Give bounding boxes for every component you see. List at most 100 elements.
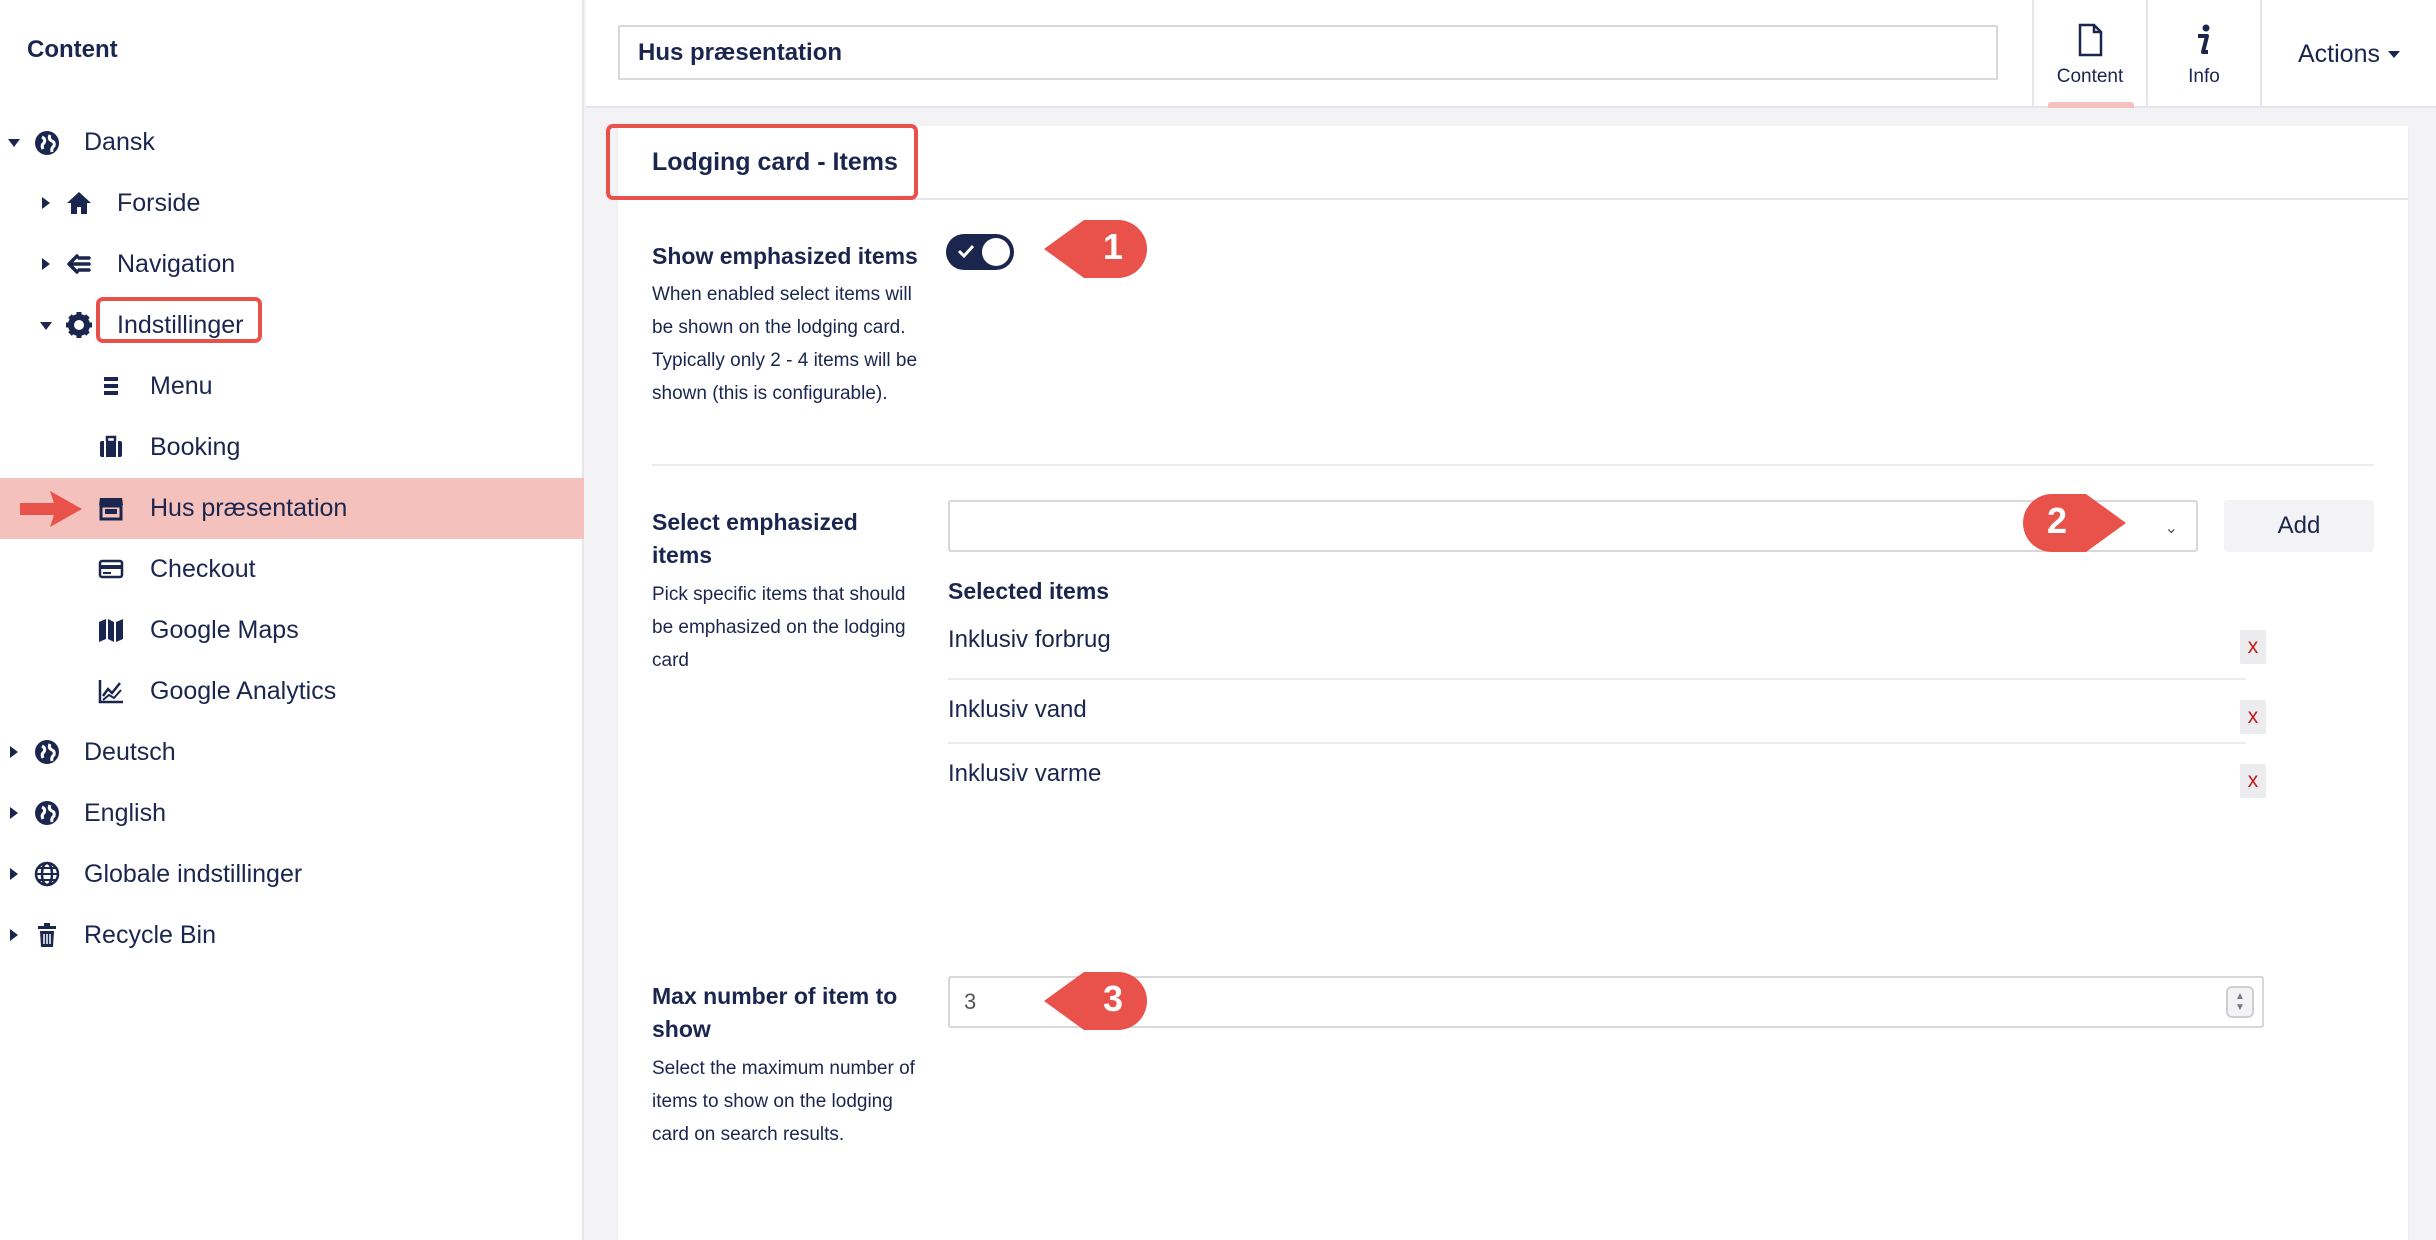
globe-icon — [32, 737, 62, 767]
tree-item-label: Hus præsentation — [150, 494, 348, 522]
tree-item-forside[interactable]: Forside — [0, 173, 584, 234]
toggle-knob — [982, 238, 1010, 266]
pointer-arrow-icon — [20, 491, 82, 527]
globe-icon — [32, 128, 62, 158]
caret-right-icon[interactable] — [42, 197, 50, 209]
selected-item: Inklusiv varme x — [948, 750, 2266, 816]
content-tree: Dansk Forside Navigation Indstillinger M… — [0, 112, 584, 966]
remove-item-button[interactable]: x — [2240, 764, 2266, 798]
sidebar-title: Content — [27, 36, 118, 63]
tab-content[interactable]: Content — [2032, 0, 2146, 108]
store-icon — [96, 493, 126, 523]
tree-item-label: Forside — [117, 189, 201, 217]
caret-right-icon[interactable] — [10, 746, 18, 758]
credit-card-icon — [96, 554, 126, 584]
caret-right-icon[interactable] — [42, 258, 50, 270]
property-label: Max number of item to show — [652, 983, 898, 1042]
callout-number: 2 — [2046, 500, 2068, 541]
property-label: Show emphasized items — [652, 243, 918, 269]
tab-label: Info — [2188, 66, 2220, 87]
property-description: When enabled select items will be shown … — [652, 284, 918, 404]
tree-item-google-analytics[interactable]: Google Analytics — [0, 661, 584, 722]
tree-item-globale-indstillinger[interactable]: Globale indstillinger — [0, 844, 584, 905]
tree-item-label: Booking — [150, 433, 241, 461]
tree-item-dansk[interactable]: Dansk — [0, 112, 584, 173]
callout-marker-1: 1 — [1042, 216, 1152, 282]
tree-item-label: Globale indstillinger — [84, 860, 303, 888]
active-tab-indicator — [2048, 102, 2134, 108]
world-icon — [32, 859, 62, 889]
tree-item-navigation[interactable]: Navigation — [0, 234, 584, 295]
caret-right-icon[interactable] — [10, 868, 18, 880]
info-icon — [2198, 24, 2210, 54]
editor-header: Content Info Actions — [586, 0, 2436, 108]
map-icon — [96, 615, 126, 645]
tree-item-label: English — [84, 799, 166, 827]
caret-right-icon[interactable] — [10, 929, 18, 941]
property-description: Select the maximum number of items to sh… — [652, 1058, 915, 1145]
selected-items-heading: Selected items — [948, 578, 1110, 604]
tab-info[interactable]: Info — [2146, 0, 2260, 108]
show-emphasized-toggle[interactable] — [946, 234, 1014, 270]
property-description: Pick specific items that should be empha… — [652, 584, 906, 671]
tree-item-indstillinger[interactable]: Indstillinger — [0, 295, 584, 356]
menu-icon — [96, 371, 126, 401]
content-tree-sidebar: Content Dansk Forside Navigation Indstil… — [0, 0, 584, 1240]
caret-down-icon[interactable] — [8, 139, 20, 147]
tree-item-label: Google Maps — [150, 616, 299, 644]
tree-item-menu[interactable]: Menu — [0, 356, 584, 417]
document-icon — [2078, 23, 2103, 57]
tree-item-google-maps[interactable]: Google Maps — [0, 600, 584, 661]
tab-label: Content — [2056, 66, 2124, 87]
property-label: Select emphasized items — [652, 509, 858, 568]
tree-item-booking[interactable]: Booking — [0, 417, 584, 478]
home-icon — [64, 188, 94, 218]
tree-item-label: Deutsch — [84, 738, 176, 766]
gear-icon — [64, 310, 94, 340]
selected-item-label: Inklusiv varme — [948, 760, 1102, 787]
check-icon — [957, 244, 975, 259]
highlight-box — [96, 297, 262, 343]
item-divider — [948, 678, 2246, 680]
property-group-panel: Lodging card - Items Show emphasized ite… — [606, 124, 2408, 1240]
briefcase-icon — [96, 432, 126, 462]
item-divider — [948, 742, 2246, 744]
navigation-icon — [64, 249, 94, 279]
number-value: 3 — [964, 989, 977, 1014]
tree-item-label: Navigation — [117, 250, 236, 278]
caret-down-icon — [2387, 50, 2400, 58]
add-button[interactable]: Add — [2224, 500, 2374, 552]
tree-item-label: Dansk — [84, 128, 155, 156]
callout-number: 3 — [1102, 978, 1124, 1019]
trash-icon — [32, 920, 62, 950]
selected-item: Inklusiv forbrug x — [948, 620, 2266, 686]
tree-item-hus-praesentation[interactable]: Hus præsentation — [0, 478, 584, 539]
selected-item-label: Inklusiv forbrug — [948, 626, 1111, 653]
selected-item: Inklusiv vand x — [948, 688, 2266, 754]
globe-icon — [32, 798, 62, 828]
actions-dropdown[interactable]: Actions — [2260, 0, 2436, 108]
remove-item-button[interactable]: x — [2240, 700, 2266, 734]
caret-down-icon[interactable] — [40, 322, 52, 330]
tree-item-label: Checkout — [150, 555, 256, 583]
tree-item-checkout[interactable]: Checkout — [0, 539, 584, 600]
callout-number: 1 — [1102, 226, 1124, 267]
tree-item-deutsch[interactable]: Deutsch — [0, 722, 584, 783]
callout-marker-2: 2 — [2018, 490, 2128, 556]
tree-item-english[interactable]: English — [0, 783, 584, 844]
highlight-box — [606, 124, 918, 200]
tree-item-recycle-bin[interactable]: Recycle Bin — [0, 905, 584, 966]
chevron-down-icon: ⌄ — [2164, 520, 2178, 537]
number-spinner[interactable]: ▲ ▼ — [2226, 986, 2254, 1018]
property-divider — [652, 464, 2374, 466]
remove-item-button[interactable]: x — [2240, 630, 2266, 664]
emphasized-items-select[interactable]: ⌄ — [948, 500, 2198, 552]
callout-marker-3: 3 — [1042, 968, 1152, 1034]
node-name-input[interactable] — [618, 25, 1998, 80]
tree-item-label: Menu — [150, 372, 213, 400]
caret-right-icon[interactable] — [10, 807, 18, 819]
chart-icon — [96, 676, 126, 706]
actions-label: Actions — [2298, 39, 2380, 68]
tree-item-label: Google Analytics — [150, 677, 337, 705]
tree-item-label: Recycle Bin — [84, 921, 216, 949]
